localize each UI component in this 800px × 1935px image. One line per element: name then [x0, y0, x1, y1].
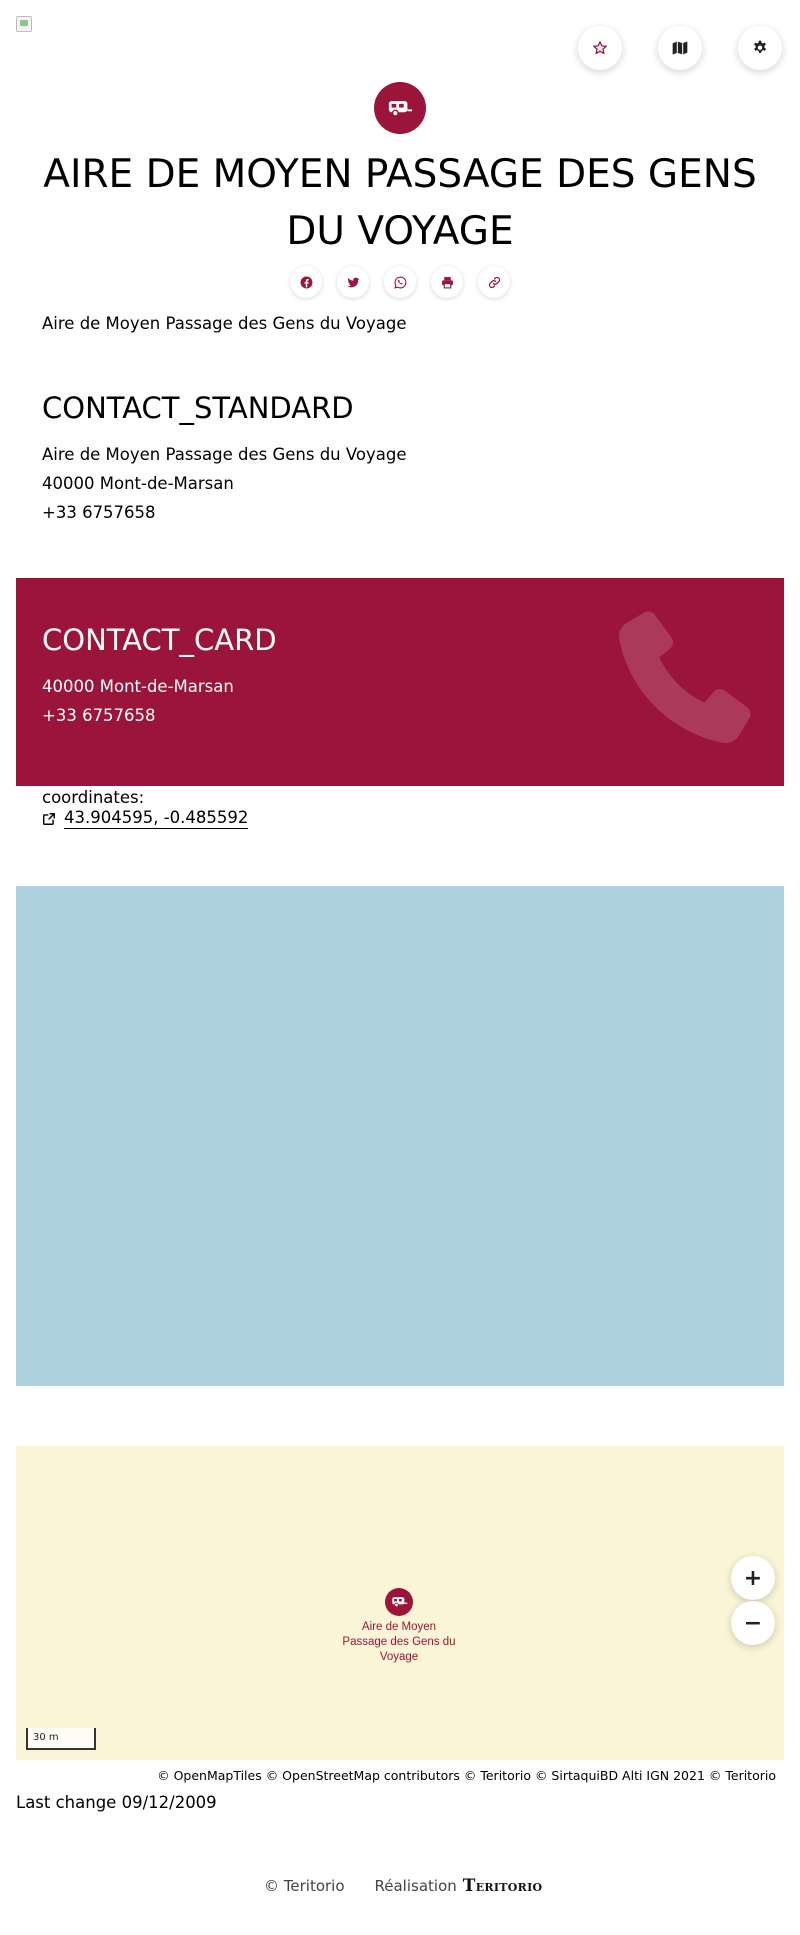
category-badge	[374, 82, 426, 134]
whatsapp-icon	[393, 276, 406, 289]
site-logo[interactable]	[16, 16, 32, 32]
teritorio-logo: TERITORIO	[462, 1876, 543, 1896]
poi-description: Aire de Moyen Passage des Gens du Voyage	[42, 314, 407, 333]
footer: © Teritorio Réalisation TERITORIO	[264, 1876, 542, 1896]
gear-icon	[754, 40, 766, 53]
contact-name: Aire de Moyen Passage des Gens du Voyage	[42, 445, 407, 464]
facebook-icon	[300, 276, 312, 288]
map-button[interactable]	[658, 26, 702, 70]
star-icon	[593, 41, 607, 55]
contact-card-heading: CONTACT_CARD	[42, 623, 277, 657]
contact-phone[interactable]: +33 6757658	[42, 498, 156, 527]
contact-card: CONTACT_CARD 40000 Mont-de-Marsan +33 67…	[16, 578, 784, 786]
copy-link-button[interactable]	[478, 266, 510, 298]
contact-address: 40000 Mont-de-Marsan	[42, 474, 234, 493]
page-title: AIRE DE MOYEN PASSAGE DES GENS DU VOYAGE	[43, 152, 757, 254]
contact-card-phone[interactable]: +33 6757658	[42, 701, 156, 730]
footer-realisation[interactable]: Réalisation TERITORIO	[375, 1876, 543, 1896]
share-twitter-button[interactable]	[337, 266, 369, 298]
share-whatsapp-button[interactable]	[384, 266, 416, 298]
caravan-icon	[391, 1597, 407, 1608]
zoom-in-button[interactable]: +	[731, 1556, 775, 1600]
map-scale: 30 m	[26, 1728, 96, 1750]
location-map[interactable]: Aire de Moyen Passage des Gens du Voyage…	[16, 1446, 784, 1760]
last-change: Last change 09/12/2009	[16, 1793, 217, 1812]
share-facebook-button[interactable]	[290, 266, 322, 298]
map-icon	[672, 41, 688, 55]
coordinates-value[interactable]: 43.904595, -0.485592	[64, 808, 249, 829]
zoom-out-button[interactable]: −	[731, 1601, 775, 1645]
contact-standard-heading: CONTACT_STANDARD	[42, 391, 354, 425]
poi-map-marker[interactable]	[385, 1588, 413, 1616]
footer-copyright[interactable]: © Teritorio	[264, 1877, 345, 1895]
settings-button[interactable]	[738, 26, 782, 70]
footer-realisation-label: Réalisation	[374, 1877, 457, 1895]
print-icon	[441, 276, 453, 288]
map-attribution[interactable]: © OpenMapTiles © OpenStreetMap contribut…	[157, 1768, 776, 1783]
favorite-button[interactable]	[578, 26, 622, 70]
map-preview[interactable]	[16, 886, 784, 1386]
map-marker-label[interactable]: Aire de Moyen Passage des Gens du Voyage	[339, 1620, 459, 1665]
coordinates-link[interactable]: 43.904595, -0.485592	[42, 808, 249, 829]
twitter-icon	[347, 277, 359, 287]
link-icon	[488, 276, 500, 288]
caravan-icon	[388, 100, 413, 117]
share-bar	[290, 266, 510, 298]
print-button[interactable]	[431, 266, 463, 298]
phone-icon	[618, 611, 751, 744]
external-link-icon	[43, 812, 55, 825]
contact-card-address: 40000 Mont-de-Marsan	[42, 677, 234, 696]
